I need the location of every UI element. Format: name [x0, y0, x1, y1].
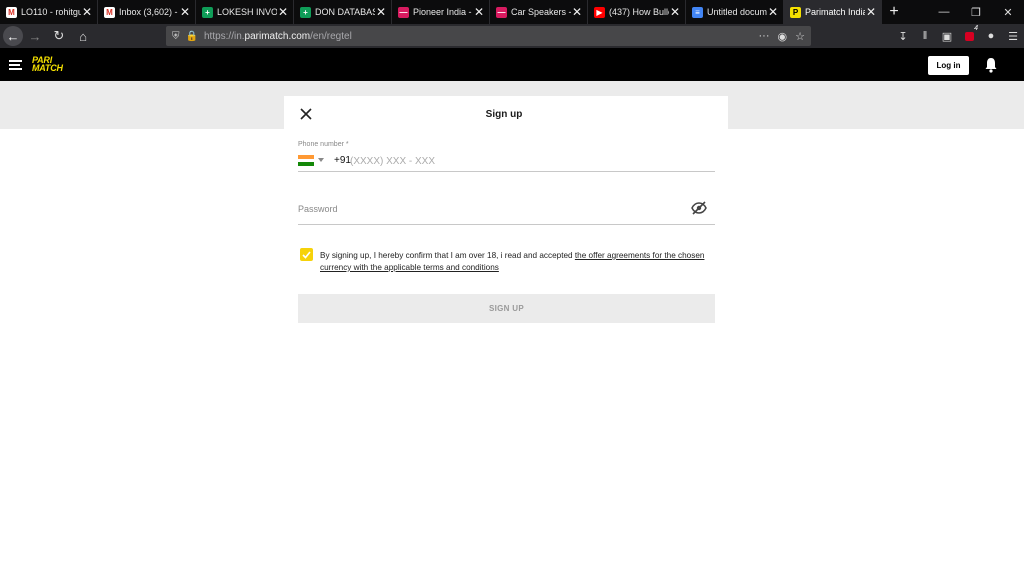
tab-close-icon[interactable]: ✕ [81, 6, 93, 18]
browser-tab[interactable]: + DON DATABASE✕ [294, 0, 392, 24]
tab-title: Parimatch India [805, 7, 865, 17]
hide-password-icon[interactable] [691, 201, 707, 215]
forward-button[interactable]: → [23, 24, 47, 48]
terms-checkbox[interactable] [300, 248, 313, 261]
youtube-icon: ▶ [594, 6, 605, 18]
gmail-icon: M [6, 6, 17, 18]
tab-close-icon[interactable]: ✕ [277, 6, 289, 18]
phone-underline [298, 171, 715, 172]
navigation-bar: ← → ↻ ⌂ ⛨ 🔒 https://in.parimatch.com/en/… [0, 24, 1024, 48]
india-flag-icon[interactable] [298, 155, 314, 167]
tab-close-icon[interactable]: ✕ [375, 6, 387, 18]
window-close-icon[interactable]: ✕ [992, 0, 1024, 24]
page-actions-icon[interactable]: ··· [759, 30, 770, 42]
extension-badge: 4 [974, 25, 978, 32]
home-button[interactable]: ⌂ [71, 24, 95, 48]
pioneer-icon: — [496, 6, 507, 18]
tab-close-icon[interactable]: ✕ [473, 6, 485, 18]
sheets-icon: + [300, 6, 311, 18]
menu-icon[interactable]: ☰ [1002, 24, 1024, 48]
parimatch-icon: P [790, 6, 801, 18]
tab-title: LO110 - rohitgu [21, 7, 81, 17]
phone-label: Phone number * [298, 141, 349, 148]
browser-tab[interactable]: — Pioneer India - T ✕ [392, 0, 490, 24]
chevron-down-icon[interactable] [318, 158, 324, 162]
terms-text: By signing up, I hereby confirm that I a… [320, 251, 705, 272]
lock-icon[interactable]: 🔒 [186, 31, 198, 42]
page-title: Sign up [485, 109, 523, 120]
tab-title: DON DATABASE [315, 7, 375, 17]
hamburger-menu-icon[interactable] [9, 60, 22, 70]
tab-close-icon[interactable]: ✕ [865, 6, 877, 18]
dial-code: +91 [334, 155, 351, 166]
tracking-shield-icon[interactable]: ⛨ [172, 31, 180, 42]
sidebar-icon[interactable]: ▣ [936, 24, 958, 48]
checkmark-icon [302, 250, 311, 259]
toolbar-right: ↧ ‖ ▣ 4 ● ☰ [892, 24, 1024, 48]
download-icon[interactable]: ↧ [892, 24, 914, 48]
login-button[interactable]: Log in [928, 56, 969, 75]
tab-close-icon[interactable]: ✕ [179, 6, 191, 18]
browser-tab[interactable]: + LOKESH INVOIC✕ [196, 0, 294, 24]
tab-close-icon[interactable]: ✕ [571, 6, 583, 18]
tab-title: Car Speakers - E [511, 7, 571, 17]
url-bar[interactable]: ⛨ 🔒 https://in.parimatch.com/en/regtel ·… [166, 26, 811, 46]
browser-tab[interactable]: P Parimatch India ✕ [784, 0, 882, 24]
pioneer-icon: — [398, 6, 409, 18]
tab-close-icon[interactable]: ✕ [767, 6, 779, 18]
tab-title: Untitled docume [707, 7, 767, 17]
minimize-icon[interactable]: — [928, 0, 960, 24]
tab-title: LOKESH INVOIC [217, 7, 277, 17]
restore-icon[interactable]: ❐ [960, 0, 992, 24]
sheets-icon: + [202, 6, 213, 18]
signup-button[interactable]: SIGN UP [298, 294, 715, 323]
browser-tab[interactable]: M LO110 - rohitgu ✕ [0, 0, 98, 24]
tab-close-icon[interactable]: ✕ [669, 6, 681, 18]
password-input[interactable] [298, 201, 678, 217]
extension-icon[interactable]: 4 [958, 24, 980, 48]
gmail-icon: M [104, 6, 115, 18]
new-tab-button[interactable]: + [882, 0, 906, 24]
library-icon[interactable]: ‖ [914, 24, 936, 48]
phone-input[interactable] [350, 153, 710, 169]
tab-title: Pioneer India - T [413, 7, 473, 17]
browser-tab[interactable]: ≡ Untitled docume ✕ [686, 0, 784, 24]
browser-tab[interactable]: M Inbox (3,602) - r ✕ [98, 0, 196, 24]
back-button[interactable]: ← [3, 26, 23, 46]
password-underline [298, 224, 715, 225]
account-icon[interactable]: ● [980, 24, 1002, 48]
window-controls: — ❐ ✕ [928, 0, 1024, 24]
url-text[interactable]: https://in.parimatch.com/en/regtel [204, 31, 751, 42]
tab-title: Inbox (3,602) - r [119, 7, 179, 17]
tab-title: (437) How Bulle [609, 7, 669, 17]
bell-icon[interactable] [984, 57, 998, 73]
pocket-icon[interactable]: ◉ [778, 30, 788, 43]
reload-button[interactable]: ↻ [47, 24, 71, 48]
docs-icon: ≡ [692, 6, 703, 18]
tab-strip: M LO110 - rohitgu ✕ M Inbox (3,602) - r ✕ + LOK… [0, 0, 1024, 24]
browser-tab[interactable]: — Car Speakers - E✕ [490, 0, 588, 24]
bookmark-star-icon[interactable]: ☆ [795, 30, 805, 43]
browser-tab[interactable]: ▶ (437) How Bulle ✕ [588, 0, 686, 24]
site-header: PARI MATCH [0, 48, 1024, 81]
parimatch-logo[interactable]: PARI MATCH [32, 56, 84, 74]
